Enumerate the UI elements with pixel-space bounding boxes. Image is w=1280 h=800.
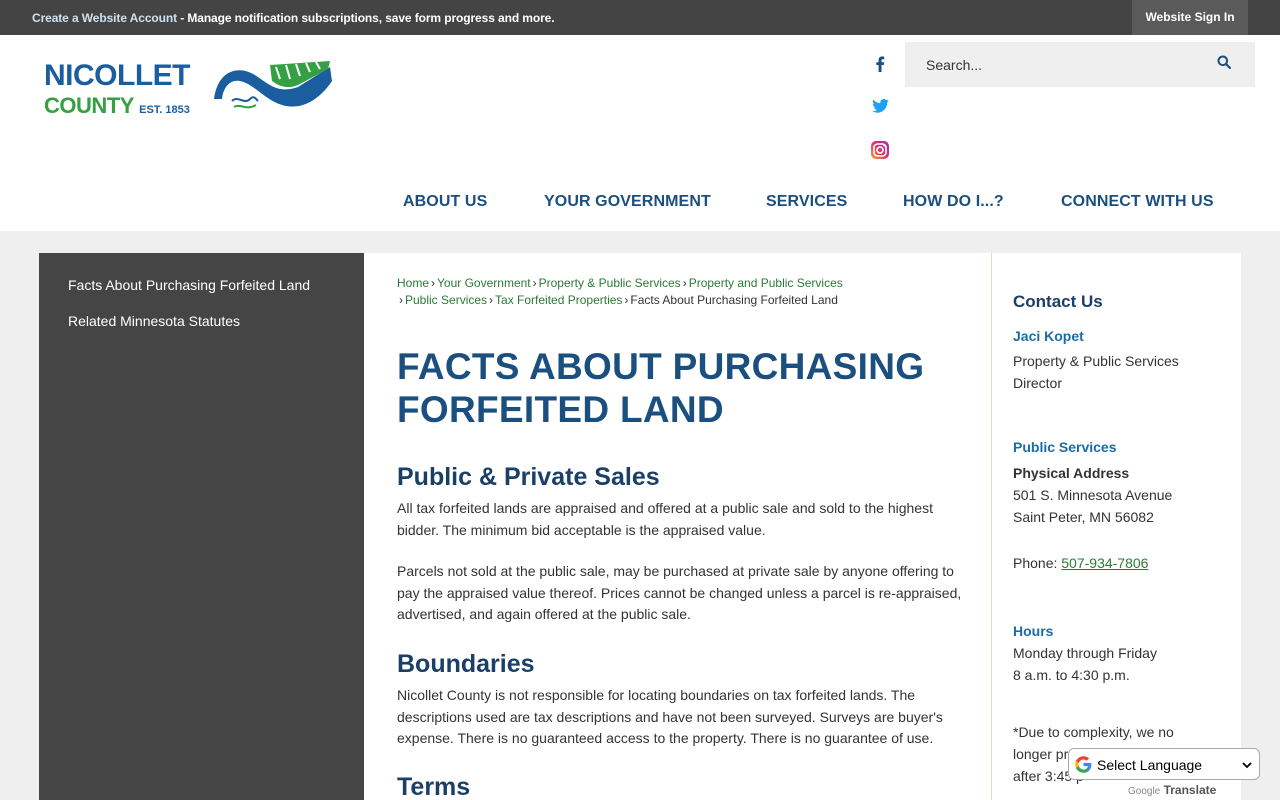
- google-wordmark: Google: [1128, 786, 1161, 797]
- breadcrumb-line2: › Public Services › Tax Forfeited Propertie…: [399, 293, 838, 307]
- contact-role-line1: Property & Public Services: [1013, 353, 1179, 369]
- hours-line2: 8 a.m. to 4:30 p.m.: [1013, 667, 1130, 683]
- nav-connect-with-us[interactable]: CONNECT WITH US: [1061, 193, 1214, 211]
- account-message-text: - Manage notification subscriptions, sav…: [176, 11, 555, 25]
- breadcrumb-your-government[interactable]: Your Government: [437, 276, 531, 290]
- paragraph-boundaries: Nicollet County is not responsible for l…: [397, 687, 943, 746]
- address-label: Physical Address: [1013, 465, 1130, 481]
- page-title: FACTS ABOUT PURCHASING FORFEITED LAND: [397, 345, 977, 431]
- hours-line1: Monday through Friday: [1013, 645, 1157, 661]
- twitter-icon[interactable]: [868, 94, 892, 118]
- language-select[interactable]: Select Language: [1068, 748, 1260, 780]
- nav-services[interactable]: SERVICES: [766, 193, 847, 211]
- google-g-icon: [1074, 755, 1093, 779]
- logo-text-line1: NICOLLET: [44, 59, 191, 92]
- heading-terms: Terms: [397, 773, 471, 800]
- logo-county: COUNTY: [44, 93, 134, 118]
- contact-phone: Phone: 507-934-7806: [1013, 552, 1223, 574]
- chevron-down-icon: [1241, 758, 1253, 776]
- instagram-icon[interactable]: [868, 138, 892, 162]
- sidebar-item-facts[interactable]: Facts About Purchasing Forfeited Land: [68, 277, 310, 293]
- language-select-label: Select Language: [1097, 757, 1203, 773]
- breadcrumb-home[interactable]: Home: [397, 276, 429, 290]
- contact-title: Contact Us: [1013, 292, 1103, 311]
- logo-emblem-icon: [214, 61, 332, 111]
- breadcrumb-current: Facts About Purchasing Forfeited Land: [630, 293, 838, 307]
- search-box: [905, 42, 1255, 87]
- nav-how-do-i[interactable]: HOW DO I...?: [903, 193, 1004, 211]
- main-content: Home › Your Government › Property & Public S…: [364, 253, 991, 800]
- breadcrumb-line1: Home › Your Government › Property & Public S…: [397, 276, 843, 290]
- breadcrumb: Home › Your Government › Property & Public S…: [397, 275, 957, 309]
- nav-your-government[interactable]: YOUR GOVERNMENT: [544, 193, 711, 211]
- sidebar-item-statutes[interactable]: Related Minnesota Statutes: [68, 313, 240, 329]
- left-sidebar: Facts About Purchasing Forfeited Land Re…: [39, 253, 364, 800]
- top-bar: Create a Website Account - Manage notifi…: [0, 0, 1280, 35]
- contact-role: Property & Public Services Director: [1013, 350, 1223, 394]
- contact-hours: Monday through Friday 8 a.m. to 4:30 p.m…: [1013, 642, 1223, 686]
- phone-link[interactable]: 507-934-7806: [1061, 555, 1148, 571]
- address-line1: 501 S. Minnesota Avenue: [1013, 487, 1173, 503]
- page-title-line2: FORFEITED LAND: [397, 389, 724, 430]
- heading-boundaries: Boundaries: [397, 650, 535, 678]
- heading-public-private-sales: Public & Private Sales: [397, 463, 660, 491]
- search-input[interactable]: [915, 42, 1205, 87]
- contact-dept[interactable]: Public Services: [1013, 439, 1117, 455]
- county-logo[interactable]: NICOLLET COUNTY EST. 1853: [42, 57, 342, 127]
- page-title-line1: FACTS ABOUT PURCHASING: [397, 346, 925, 387]
- note-line1: *Due to complexity, we no: [1013, 724, 1174, 740]
- contact-name[interactable]: Jaci Kopet: [1013, 328, 1084, 344]
- create-account-link[interactable]: Create a Website Account: [32, 11, 177, 25]
- translate-link: Translate: [1163, 783, 1217, 797]
- phone-label: Phone:: [1013, 555, 1062, 571]
- logo-est: EST. 1853: [139, 104, 190, 116]
- breadcrumb-public-services[interactable]: Public Services: [405, 293, 487, 307]
- sign-in-button[interactable]: Website Sign In: [1132, 0, 1248, 35]
- logo-text-line2: COUNTY EST. 1853: [44, 93, 190, 119]
- paragraph-private-sale: Parcels not sold at the public sale, may…: [397, 563, 962, 622]
- address-line2: Saint Peter, MN 56082: [1013, 509, 1154, 525]
- breadcrumb-property-public-services[interactable]: Property & Public Services: [539, 276, 681, 290]
- breadcrumb-tax-forfeited[interactable]: Tax Forfeited Properties: [495, 293, 622, 307]
- contact-role-line2: Director: [1013, 375, 1063, 391]
- contact-address: Physical Address 501 S. Minnesota Avenue…: [1013, 462, 1223, 528]
- paragraph-public-sale: All tax forfeited lands are appraised an…: [397, 500, 933, 538]
- powered-by-google[interactable]: Google Translate: [1128, 783, 1216, 797]
- contact-sidebar: Contact Us Jaci Kopet Property & Public …: [991, 253, 1241, 800]
- site-header: NICOLLET COUNTY EST. 1853 ABOU: [0, 35, 1280, 231]
- breadcrumb-property-and-public-services[interactable]: Property and Public Services: [689, 276, 843, 290]
- search-icon[interactable]: [1217, 55, 1235, 73]
- account-message: Create a Website Account - Manage notifi…: [32, 11, 555, 25]
- facebook-icon[interactable]: [868, 52, 892, 76]
- nav-about-us[interactable]: ABOUT US: [403, 193, 487, 211]
- hours-label: Hours: [1013, 623, 1054, 639]
